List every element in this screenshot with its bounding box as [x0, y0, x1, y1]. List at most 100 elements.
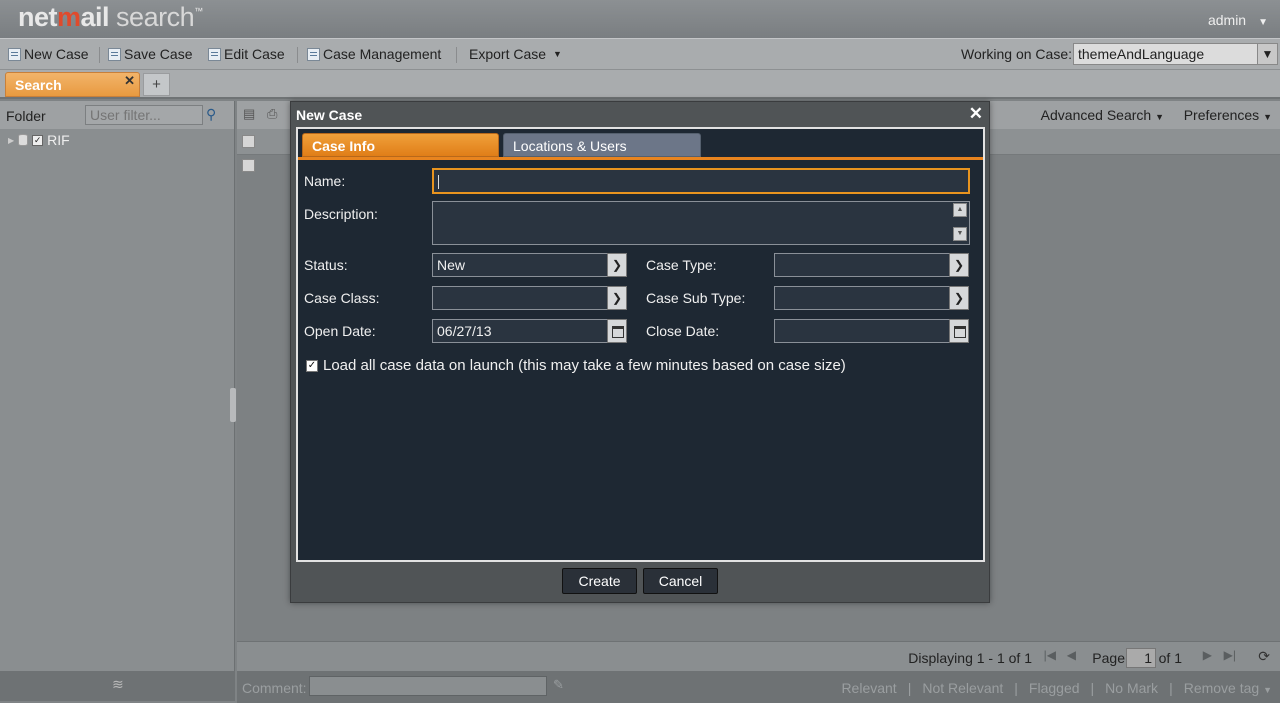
new-case-label: New Case — [24, 46, 89, 62]
database-icon — [18, 134, 29, 146]
chevron-down-icon: ▼ — [1155, 112, 1164, 122]
advanced-search-label: Advanced Search — [1040, 107, 1152, 123]
divider: | — [1090, 680, 1095, 696]
next-page-icon[interactable]: ▶ — [1203, 648, 1212, 662]
chevron-down-icon[interactable]: ❯ — [607, 253, 627, 277]
chevron-down-icon: ▼ — [1263, 685, 1272, 695]
user-menu[interactable]: admin ▼ — [1208, 12, 1268, 28]
new-case-button[interactable]: New Case — [8, 46, 89, 62]
add-comment-icon[interactable]: ✎ — [553, 677, 564, 693]
tab-case-info[interactable]: Case Info — [302, 133, 499, 157]
mark-options: Relevant | Not Relevant | Flagged | No M… — [841, 680, 1272, 696]
close-icon[interactable]: ✕ — [969, 104, 983, 124]
name-field[interactable] — [432, 168, 970, 194]
case-class-select[interactable] — [432, 286, 608, 310]
working-case-value: themeAndLanguage — [1078, 46, 1205, 62]
load-all-checkbox[interactable]: ✓ — [306, 359, 318, 372]
search-icon[interactable]: ⚲ — [206, 106, 216, 123]
create-button[interactable]: Create — [562, 568, 637, 594]
logo-tm: ™ — [194, 6, 203, 16]
scroll-up-icon[interactable]: ▲ — [953, 203, 967, 217]
close-icon[interactable]: ✕ — [124, 73, 135, 89]
edit-icon — [208, 47, 221, 61]
remove-tag-button[interactable]: Remove tag ▼ — [1184, 680, 1272, 696]
case-sub-type-label: Case Sub Type: — [646, 290, 746, 306]
tab-search[interactable]: Search ✕ — [5, 72, 140, 97]
tab-locations-users[interactable]: Locations & Users — [503, 133, 701, 157]
tab-case-info-label: Case Info — [312, 138, 376, 154]
mark-relevant[interactable]: Relevant — [841, 680, 896, 696]
case-management-icon — [307, 47, 320, 61]
cancel-button[interactable]: Cancel — [643, 568, 718, 594]
load-all-option[interactable]: ✓ Load all case data on launch (this may… — [306, 357, 846, 374]
chevron-down-icon[interactable]: ❯ — [949, 286, 969, 310]
user-name: admin — [1207, 12, 1247, 28]
load-all-label: Load all case data on launch (this may t… — [323, 357, 846, 374]
last-page-icon[interactable]: ▶| — [1224, 648, 1236, 662]
expand-arrow-icon[interactable]: ▶ — [8, 136, 14, 145]
panel-splitter[interactable] — [230, 388, 236, 422]
page-of-label: of 1 — [1158, 650, 1182, 666]
working-case-select[interactable]: themeAndLanguage ▼ — [1073, 43, 1278, 65]
tree-item-checkbox[interactable]: ✓ — [32, 134, 44, 146]
collapse-stack-icon[interactable]: ≋ — [112, 676, 124, 693]
tree-item-rif[interactable]: ▶ ✓ RIF — [8, 132, 70, 148]
mark-flagged[interactable]: Flagged — [1029, 680, 1080, 696]
mark-no-mark[interactable]: No Mark — [1105, 680, 1158, 696]
toolbar-divider — [297, 47, 298, 63]
tab-strip: Search ✕ + — [0, 70, 1280, 99]
calendar-icon[interactable] — [607, 319, 627, 343]
chevron-down-icon[interactable]: ❯ — [607, 286, 627, 310]
new-case-dialog: New Case ✕ Case Info Locations & Users N… — [290, 101, 990, 603]
case-management-button[interactable]: Case Management — [307, 46, 441, 62]
logo-ail: ail — [80, 2, 110, 32]
folder-panel: Folder ⚲ ▶ ✓ RIF ≋ — [0, 101, 235, 701]
print-icon[interactable]: ⎙ — [267, 106, 277, 122]
dialog-body: Case Info Locations & Users Name: Descri… — [296, 127, 985, 562]
netmail-logo: netmail search™ — [18, 2, 203, 33]
first-page-icon[interactable]: |◀ — [1044, 648, 1056, 662]
add-tab-button[interactable]: + — [143, 73, 170, 96]
displaying-count: Displaying 1 - 1 of 1 — [908, 650, 1032, 666]
preferences-button[interactable]: Preferences ▼ — [1184, 107, 1272, 123]
case-type-select[interactable] — [774, 253, 950, 277]
paging-bar: Displaying 1 - 1 of 1 |◀ ◀ Page of 1 ▶ ▶… — [237, 641, 1280, 671]
dialog-title: New Case — [296, 107, 363, 123]
open-date-label: Open Date: — [304, 323, 376, 339]
refresh-icon[interactable]: ⟳ — [1258, 648, 1270, 665]
prev-page-icon[interactable]: ◀ — [1067, 648, 1076, 662]
tab-underline — [298, 157, 983, 160]
open-date-field[interactable]: 06/27/13 — [432, 319, 608, 343]
user-filter-input[interactable] — [85, 105, 203, 125]
chevron-down-icon: ▼ — [1257, 44, 1277, 64]
calendar-icon[interactable] — [949, 319, 969, 343]
export-case-button[interactable]: Export Case ▼ — [469, 46, 562, 62]
text-cursor — [438, 175, 439, 190]
status-value: New — [437, 257, 466, 273]
case-management-label: Case Management — [323, 46, 442, 62]
advanced-search-button[interactable]: Advanced Search ▼ — [1041, 107, 1164, 123]
comment-label: Comment: — [242, 680, 307, 696]
description-field[interactable]: ▲ ▼ — [432, 201, 970, 245]
edit-case-button[interactable]: Edit Case — [208, 46, 285, 62]
close-date-field[interactable] — [774, 319, 950, 343]
save-case-label: Save Case — [124, 46, 193, 62]
tab-locations-label: Locations & Users — [513, 138, 627, 154]
scroll-down-icon[interactable]: ▼ — [953, 227, 967, 241]
folder-panel-footer: ≋ — [0, 671, 235, 701]
edit-case-label: Edit Case — [224, 46, 285, 62]
case-sub-type-select[interactable] — [774, 286, 950, 310]
row-checkbox[interactable] — [242, 159, 255, 172]
status-label: Status: — [304, 257, 348, 273]
page-number-input[interactable] — [1126, 648, 1156, 668]
divider: | — [907, 680, 912, 696]
mark-not-relevant[interactable]: Not Relevant — [922, 680, 1003, 696]
export-icon[interactable]: ▤ — [243, 106, 255, 122]
logo-m: m — [57, 2, 81, 32]
select-all-checkbox[interactable] — [242, 135, 255, 148]
toolbar-divider — [456, 47, 457, 63]
save-case-button[interactable]: Save Case — [108, 46, 192, 62]
status-select[interactable]: New — [432, 253, 608, 277]
chevron-down-icon[interactable]: ❯ — [949, 253, 969, 277]
comment-input[interactable] — [309, 676, 547, 696]
